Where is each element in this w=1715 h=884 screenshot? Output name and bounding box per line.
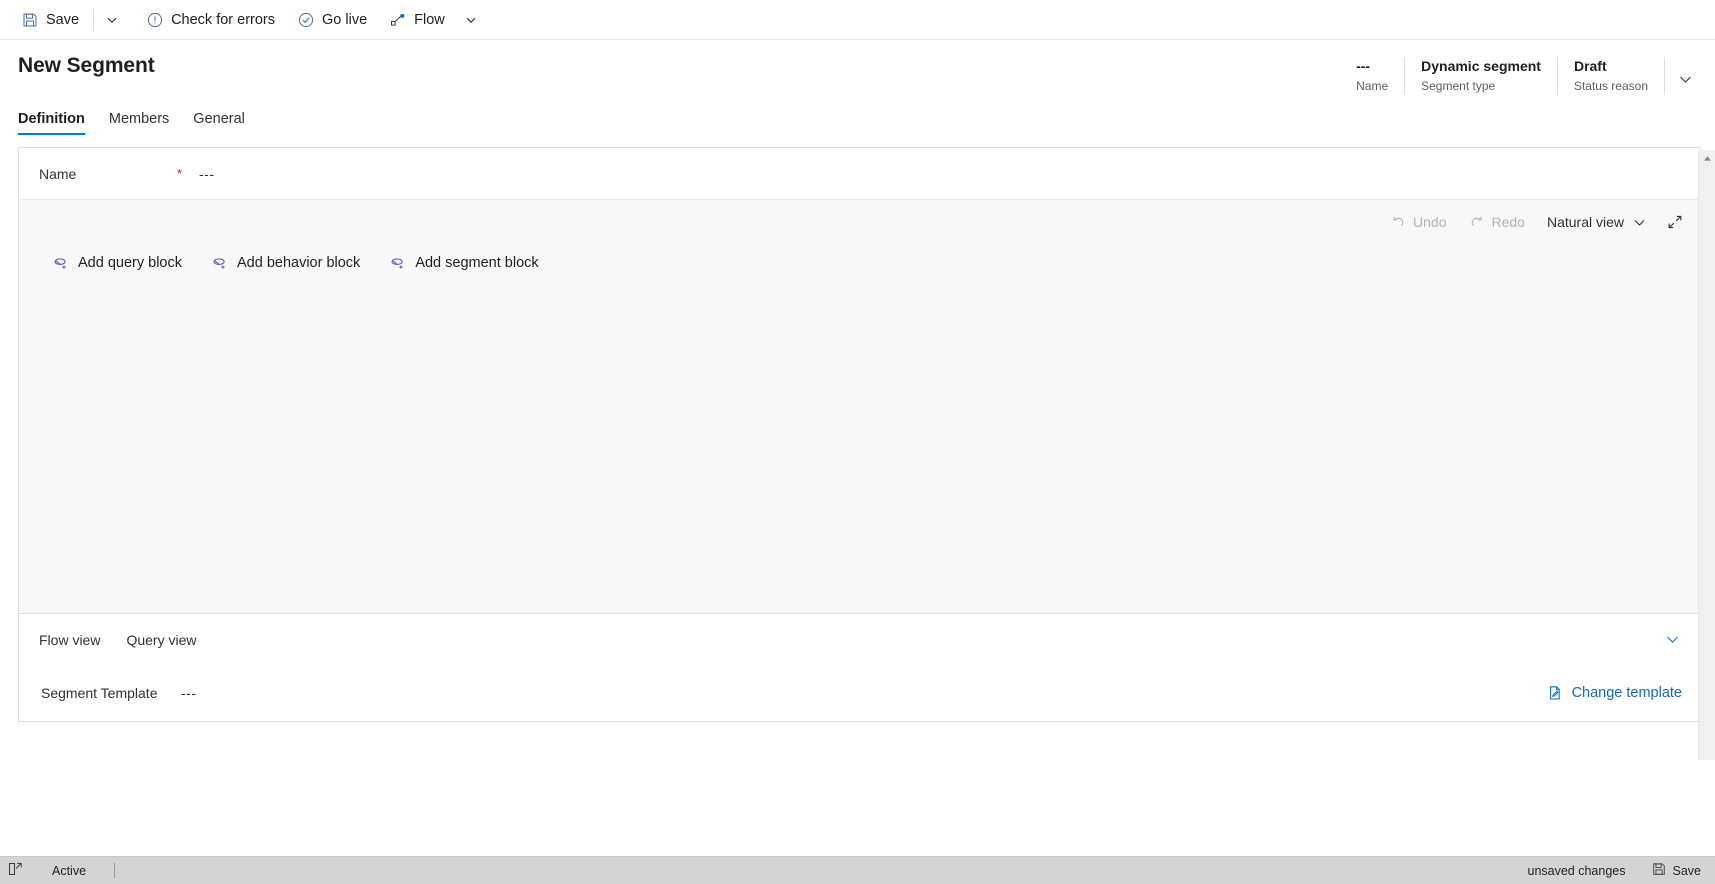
view-mode-label: Natural view: [1546, 214, 1624, 230]
check-circle-icon: [297, 11, 314, 28]
add-query-block-icon: [53, 255, 69, 271]
redo-button[interactable]: Redo: [1460, 209, 1534, 235]
change-template-label: Change template: [1571, 685, 1682, 701]
header-meta-group: --- Name Dynamic segment Segment type Dr…: [1340, 57, 1701, 95]
view-strip: Flow view Query view: [19, 613, 1700, 665]
add-segment-block-button[interactable]: Add segment block: [386, 252, 542, 274]
tab-members-label: Members: [108, 111, 170, 127]
status-save-label: Save: [1672, 863, 1702, 878]
popout-icon: [8, 862, 23, 879]
redo-label: Redo: [1491, 214, 1525, 230]
view-strip-collapse-button[interactable]: [1658, 626, 1686, 654]
tab-definition[interactable]: Definition: [18, 105, 85, 135]
status-divider: [114, 863, 116, 878]
check-for-errors-button[interactable]: Check for errors: [135, 0, 286, 40]
meta-name: --- Name: [1340, 57, 1406, 95]
scroll-down-arrow[interactable]: [1699, 743, 1715, 760]
status-bar-left: Active: [0, 857, 116, 884]
save-button-label: Save: [46, 11, 80, 28]
definition-card: Name * --- Undo Redo Natural view Add qu…: [18, 147, 1701, 722]
name-field-row: Name * ---: [19, 148, 1700, 200]
meta-segment-type-value: Dynamic segment: [1421, 58, 1541, 74]
unsaved-changes-label: unsaved changes: [1527, 863, 1626, 878]
go-live-button[interactable]: Go live: [286, 0, 378, 40]
add-query-block-label: Add query block: [78, 255, 182, 271]
status-state-label: Active: [52, 863, 87, 878]
command-bar: Save Check for errors Go live Flow: [0, 0, 1715, 40]
add-query-block-button[interactable]: Add query block: [49, 252, 186, 274]
add-segment-block-label: Add segment block: [415, 255, 539, 271]
meta-name-label: Name: [1356, 79, 1389, 93]
add-behavior-block-icon: [212, 255, 228, 271]
flow-options-caret[interactable]: [456, 0, 486, 40]
segment-canvas[interactable]: Undo Redo Natural view Add query block A…: [19, 200, 1700, 613]
query-view-link[interactable]: Query view: [126, 632, 196, 648]
expand-icon: [1667, 214, 1683, 230]
segment-template-label: Segment Template: [41, 685, 158, 701]
flow-icon: [389, 11, 406, 28]
meta-status-reason-label: Status reason: [1573, 79, 1648, 93]
save-icon: [21, 11, 38, 28]
meta-status-reason-value: Draft: [1573, 58, 1607, 74]
scroll-up-arrow[interactable]: [1699, 150, 1715, 167]
meta-name-value: ---: [1356, 58, 1371, 74]
view-mode-dropdown[interactable]: Natural view: [1538, 209, 1656, 235]
add-block-row: Add query block Add behavior block Add s…: [19, 252, 1700, 274]
page-title: New Segment: [18, 54, 155, 77]
chevron-down-icon: [107, 17, 117, 23]
tab-general-label: General: [193, 111, 245, 127]
query-view-label: Query view: [126, 631, 197, 648]
flow-view-link[interactable]: Flow view: [39, 632, 100, 648]
chevron-down-icon: [1679, 76, 1691, 83]
name-field-input[interactable]: ---: [199, 166, 215, 182]
undo-label: Undo: [1413, 214, 1447, 230]
chevron-down-icon: [1631, 214, 1647, 230]
name-required-marker: *: [177, 166, 183, 181]
expand-canvas-button[interactable]: [1660, 209, 1690, 235]
header-expand-button[interactable]: [1669, 63, 1701, 95]
edit-document-icon: [1548, 685, 1564, 701]
meta-segment-type-label: Segment type: [1421, 79, 1496, 93]
tab-definition-label: Definition: [18, 111, 85, 127]
redo-icon: [1469, 214, 1485, 230]
flow-button-label: Flow: [414, 11, 445, 28]
go-live-label: Go live: [322, 11, 368, 28]
undo-button[interactable]: Undo: [1381, 209, 1455, 235]
chevron-down-icon: [466, 17, 476, 23]
tab-members[interactable]: Members: [109, 105, 169, 135]
segment-template-row: Segment Template --- Change template: [19, 665, 1700, 721]
page-header: New Segment --- Name Dynamic segment Seg…: [0, 40, 1715, 95]
save-options-caret[interactable]: [97, 0, 127, 40]
tab-strip: Definition Members General: [0, 105, 1715, 135]
vertical-scrollbar[interactable]: [1698, 150, 1715, 760]
popout-button[interactable]: [0, 857, 30, 884]
name-field-label: Name: [39, 165, 77, 182]
status-bar-right: unsaved changes Save: [1528, 862, 1715, 879]
flow-view-label: Flow view: [39, 631, 101, 648]
status-save-button[interactable]: Save: [1652, 862, 1702, 879]
meta-segment-type: Dynamic segment Segment type: [1405, 57, 1558, 95]
check-for-errors-label: Check for errors: [171, 11, 276, 28]
meta-status-reason: Draft Status reason: [1558, 57, 1665, 95]
change-template-button[interactable]: Change template: [1548, 685, 1682, 701]
add-behavior-block-label: Add behavior block: [236, 255, 361, 271]
error-circle-icon: [146, 11, 163, 28]
add-behavior-block-button[interactable]: Add behavior block: [208, 252, 364, 274]
tab-general[interactable]: General: [193, 105, 245, 135]
canvas-toolbar: Undo Redo Natural view: [19, 200, 1700, 244]
flow-button[interactable]: Flow: [378, 0, 456, 40]
command-separator: [93, 8, 95, 31]
main-content: Name * --- Undo Redo Natural view Add qu…: [18, 147, 1701, 722]
status-bar: Active unsaved changes Save: [0, 856, 1715, 884]
add-segment-block-icon: [390, 255, 406, 271]
save-button[interactable]: Save: [10, 0, 90, 40]
save-icon: [1652, 862, 1666, 879]
undo-icon: [1390, 214, 1406, 230]
chevron-down-icon: [1666, 636, 1678, 643]
segment-template-value: ---: [181, 685, 197, 701]
